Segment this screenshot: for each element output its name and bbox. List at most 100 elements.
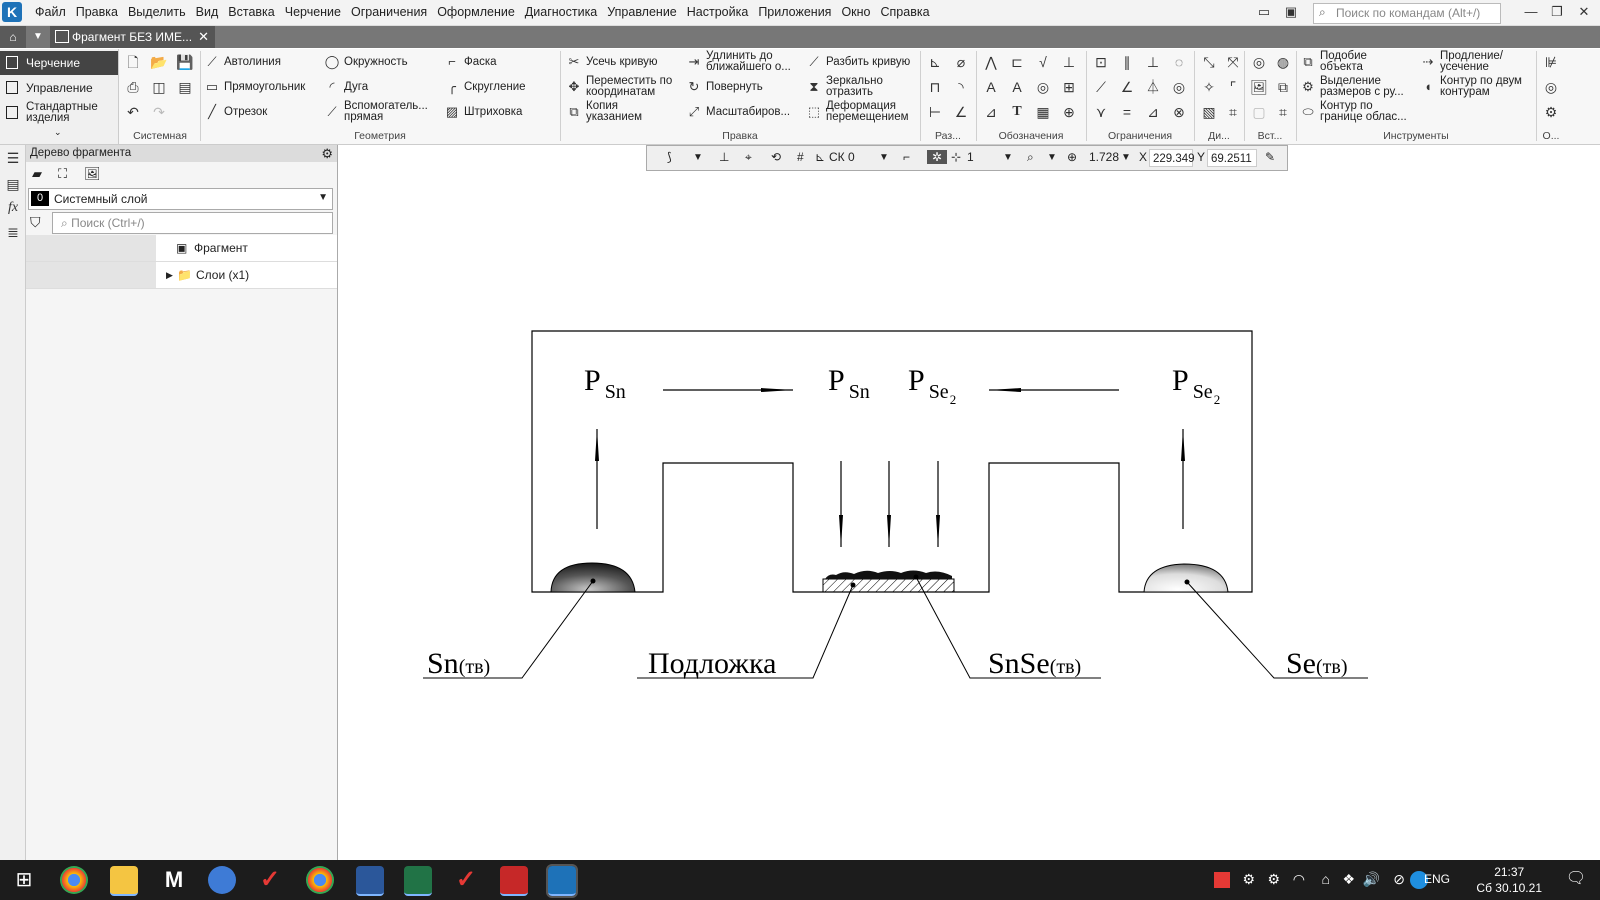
- close-icon[interactable]: ✕: [1575, 3, 1593, 21]
- circle-button[interactable]: ◯ Окружность: [324, 51, 408, 73]
- menu-insert[interactable]: Вставка: [223, 0, 279, 25]
- mark-icon[interactable]: ⊏: [1006, 51, 1028, 73]
- panel-toggle-icon[interactable]: ▭: [1255, 3, 1273, 21]
- acrobat-icon[interactable]: [500, 866, 528, 896]
- zoom-value-dropdown-icon[interactable]: ▼: [1121, 152, 1131, 163]
- diag-grid-icon[interactable]: ▧: [1198, 101, 1220, 123]
- tree-filter-shape-icon[interactable]: ▰: [32, 166, 42, 182]
- insert-fragment-icon[interactable]: ◍: [1272, 51, 1294, 73]
- cs-dropdown-icon[interactable]: ▼: [879, 152, 889, 163]
- tray-network-icon[interactable]: ⌂: [1322, 871, 1330, 887]
- tray-wifi-icon[interactable]: ◠: [1293, 871, 1305, 888]
- extend-button[interactable]: ⇥ Удлинить до ближайшего о...: [686, 50, 804, 73]
- cs-switch-icon[interactable]: ⟲: [771, 150, 781, 164]
- save-icon[interactable]: 💾: [174, 51, 196, 73]
- menu-format[interactable]: Оформление: [432, 0, 520, 25]
- angle-constraint-icon[interactable]: ∠: [1116, 76, 1138, 98]
- rectangle-button[interactable]: ▭ Прямоугольник: [204, 76, 305, 98]
- perpendicular-icon[interactable]: ⊥: [1142, 51, 1164, 73]
- save-all-icon[interactable]: ▤: [174, 76, 196, 98]
- kompas-taskbar-icon[interactable]: [546, 864, 578, 898]
- redo-icon[interactable]: ↷: [148, 101, 170, 123]
- open-file-icon[interactable]: 📂: [148, 51, 170, 73]
- tangent-icon[interactable]: ◌: [1168, 51, 1190, 73]
- checkmark-app-icon[interactable]: ✓: [256, 866, 284, 894]
- diag-corner-icon[interactable]: ⌜: [1222, 76, 1244, 98]
- tree-search-input[interactable]: ⌕ Поиск (Ctrl+/): [52, 212, 333, 234]
- vertical-icon[interactable]: ⊿: [1142, 101, 1164, 123]
- layer-select[interactable]: 0 Системный слой ▼: [28, 188, 333, 210]
- collinear-icon[interactable]: ⟋: [1090, 76, 1112, 98]
- menu-diagnostics[interactable]: Диагностика: [520, 0, 602, 25]
- symmetry-icon[interactable]: ⏃: [1142, 76, 1164, 98]
- extend-trim-button[interactable]: ⇢ Продление/ усечение: [1420, 50, 1520, 73]
- target-icon[interactable]: ◎: [1540, 76, 1562, 98]
- similar-object-button[interactable]: ⧉ Подобие объекта: [1300, 50, 1400, 73]
- arrow-text-icon[interactable]: A: [980, 76, 1002, 98]
- menu-control[interactable]: Управление: [602, 0, 682, 25]
- measure-icon[interactable]: ⊯: [1540, 51, 1562, 73]
- deform-button[interactable]: ⬚ Деформация перемещением: [806, 100, 916, 123]
- properties-panel-icon[interactable]: ▤: [3, 173, 23, 195]
- fillet-button[interactable]: ╭ Скругление: [444, 76, 526, 98]
- file-explorer-icon[interactable]: [110, 866, 138, 896]
- select-dims-button[interactable]: ⚙ Выделение размеров с ру...: [1300, 75, 1412, 98]
- excel-icon[interactable]: [404, 866, 432, 896]
- segment-button[interactable]: ╱ Отрезок: [204, 101, 267, 123]
- layout-icon[interactable]: ▣: [1282, 3, 1300, 21]
- y-coordinate-field[interactable]: 69.2511: [1207, 149, 1257, 167]
- text-icon[interactable]: T: [1006, 101, 1028, 123]
- diag-icon[interactable]: ⤡: [1198, 51, 1220, 73]
- arc-button[interactable]: ◜ Дуга: [324, 76, 368, 98]
- expand-arrow-icon[interactable]: ▶: [166, 270, 173, 281]
- cs-select[interactable]: СК 0: [829, 150, 855, 164]
- eyedropper-icon[interactable]: ✎: [1265, 150, 1275, 164]
- tray-security-icon[interactable]: ❖: [1342, 871, 1355, 888]
- tree-image-icon[interactable]: 🖼: [84, 166, 101, 182]
- chrome-second-icon[interactable]: [306, 866, 334, 894]
- home-icon[interactable]: ⌂: [0, 26, 26, 48]
- tab-list-dropdown-icon[interactable]: ▼: [28, 26, 48, 48]
- roughness-icon[interactable]: √: [1032, 51, 1054, 73]
- tree-row-fragment[interactable]: ▣ Фрагмент: [26, 235, 337, 262]
- app-logo-icon[interactable]: K: [2, 2, 22, 22]
- view-icon[interactable]: ◎: [1032, 76, 1054, 98]
- concentric-icon[interactable]: ◎: [1168, 76, 1190, 98]
- menu-view[interactable]: Вид: [191, 0, 224, 25]
- diag-check-icon[interactable]: ⤧: [1222, 51, 1244, 73]
- baseline-dim-icon[interactable]: ⊢: [924, 101, 946, 123]
- center-mark-icon[interactable]: ⊕: [1058, 101, 1080, 123]
- aux-line-button[interactable]: ⟋ Вспомогатель... прямая: [324, 100, 434, 123]
- m-app-icon[interactable]: M: [160, 866, 188, 894]
- x-coordinate-field[interactable]: 229.349: [1149, 149, 1195, 167]
- position-icon[interactable]: A: [1006, 76, 1028, 98]
- command-search-input[interactable]: ⌕ Поиск по командам (Alt+/): [1313, 3, 1501, 24]
- tray-antivirus-icon[interactable]: [1214, 872, 1230, 888]
- parallel-icon[interactable]: ∥: [1116, 51, 1138, 73]
- menu-apps[interactable]: Приложения: [753, 0, 836, 25]
- zoom-value[interactable]: 1.728: [1089, 150, 1119, 164]
- copy-button[interactable]: ⧉ Копия указанием: [566, 100, 666, 123]
- menu-settings[interactable]: Настройка: [682, 0, 754, 25]
- angle-dim-icon[interactable]: ∠: [950, 101, 972, 123]
- tray-app-icon[interactable]: ⚙: [1242, 871, 1255, 888]
- diag-expand-icon[interactable]: ⌗: [1222, 101, 1244, 123]
- notification-icon[interactable]: 🗨: [1564, 868, 1588, 892]
- horizontal-icon[interactable]: ⋎: [1090, 101, 1112, 123]
- menu-file[interactable]: Файл: [30, 0, 71, 25]
- mode-drawing[interactable]: Черчение: [0, 51, 118, 75]
- move-coords-button[interactable]: ✥ Переместить по координатам: [566, 75, 681, 98]
- insert-view-icon[interactable]: ◎: [1248, 51, 1270, 73]
- ortho-icon[interactable]: ⊥: [719, 150, 729, 164]
- preview-icon[interactable]: ◫: [148, 76, 170, 98]
- tab-close-icon[interactable]: ✕: [198, 29, 209, 45]
- word-icon[interactable]: [356, 866, 384, 896]
- menu-select[interactable]: Выделить: [123, 0, 191, 25]
- zoom-dropdown-icon[interactable]: ▼: [1047, 152, 1057, 163]
- layers-panel-icon[interactable]: ≣: [3, 221, 23, 243]
- clock[interactable]: 21:37 Сб 30.10.21: [1476, 864, 1542, 896]
- diameter-icon[interactable]: ⌀: [950, 51, 972, 73]
- expand-chevron-icon[interactable]: ⌄: [54, 127, 62, 138]
- diag-star-icon[interactable]: ✧: [1198, 76, 1220, 98]
- scale-button[interactable]: ⤢ Масштабиров...: [686, 101, 790, 123]
